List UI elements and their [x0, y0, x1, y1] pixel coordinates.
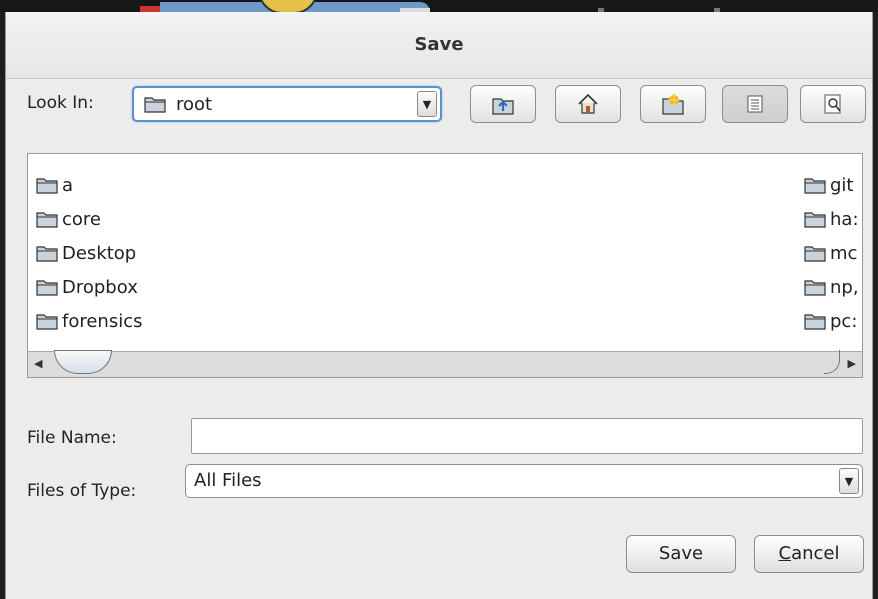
list-item[interactable]: Desktop: [36, 239, 136, 267]
files-of-type-label: Files of Type:: [27, 481, 137, 501]
desktop-background-strip: [0, 0, 878, 14]
file-name-text: mc: [830, 242, 858, 264]
files-of-type-combo[interactable]: All Files ▼: [185, 464, 863, 498]
folder-icon: [804, 246, 826, 262]
folder-icon: [804, 314, 826, 330]
dialog-title[interactable]: Save: [6, 12, 872, 79]
save-button[interactable]: Save: [626, 535, 736, 573]
folder-icon: [804, 178, 826, 194]
folder-icon: [36, 212, 58, 228]
file-name-text: a: [62, 174, 74, 196]
file-name-text: forensics: [62, 310, 143, 332]
cancel-mnemonic: C: [778, 543, 792, 564]
list-view-icon: [747, 95, 763, 113]
list-item[interactable]: a: [36, 171, 73, 199]
scrollbar-thumb[interactable]: [54, 350, 112, 374]
file-name-text: git: [830, 174, 854, 196]
folder-icon: [36, 178, 58, 194]
home-button[interactable]: [555, 85, 621, 123]
list-item[interactable]: mc: [804, 239, 857, 267]
cancel-label-rest: ancel: [791, 543, 840, 564]
folder-up-icon: [492, 98, 514, 115]
folder-icon: [804, 212, 826, 228]
file-name-input[interactable]: [191, 418, 863, 454]
up-one-level-button[interactable]: [470, 85, 536, 123]
files-of-type-value: All Files: [194, 470, 262, 491]
folder-icon: [36, 314, 58, 330]
scrollbar-end-cap: [824, 350, 840, 374]
file-list[interactable]: a core Desktop Dropbox forensics git ha:…: [27, 153, 863, 378]
list-item[interactable]: ha:: [804, 205, 859, 233]
list-item[interactable]: core: [36, 205, 101, 233]
file-name-label: File Name:: [27, 428, 117, 448]
folder-icon: [144, 97, 166, 113]
list-item[interactable]: np,: [804, 273, 859, 301]
look-in-value: root: [176, 94, 213, 115]
scroll-right-icon[interactable]: ▶: [848, 357, 856, 370]
list-item[interactable]: forensics: [36, 307, 143, 335]
list-item[interactable]: git: [804, 171, 853, 199]
details-view-button[interactable]: [800, 85, 866, 123]
look-in-combo[interactable]: root ▼: [132, 86, 442, 122]
folder-icon: [36, 280, 58, 296]
new-folder-button[interactable]: [640, 85, 706, 123]
list-item[interactable]: pc:: [804, 307, 857, 335]
chevron-down-icon[interactable]: ▼: [417, 91, 437, 117]
file-name-text: core: [62, 208, 101, 230]
home-icon: [578, 93, 598, 114]
file-name-text: Dropbox: [62, 276, 138, 298]
file-name-text: Desktop: [62, 242, 137, 264]
list-view-button[interactable]: [722, 85, 788, 123]
horizontal-scrollbar[interactable]: ◀ ▶: [28, 350, 862, 377]
list-item[interactable]: Dropbox: [36, 273, 138, 301]
file-name-text: pc:: [830, 310, 858, 332]
new-folder-icon: [662, 93, 684, 115]
look-in-label: Look In:: [27, 93, 94, 113]
file-name-text: np,: [830, 276, 859, 298]
scroll-left-icon[interactable]: ◀: [34, 357, 42, 370]
chevron-down-icon[interactable]: ▼: [839, 468, 859, 494]
file-name-text: ha:: [830, 208, 859, 230]
cancel-button[interactable]: Cancel: [754, 535, 864, 573]
details-view-icon: [824, 94, 841, 114]
folder-icon: [804, 280, 826, 296]
folder-icon: [36, 246, 58, 262]
